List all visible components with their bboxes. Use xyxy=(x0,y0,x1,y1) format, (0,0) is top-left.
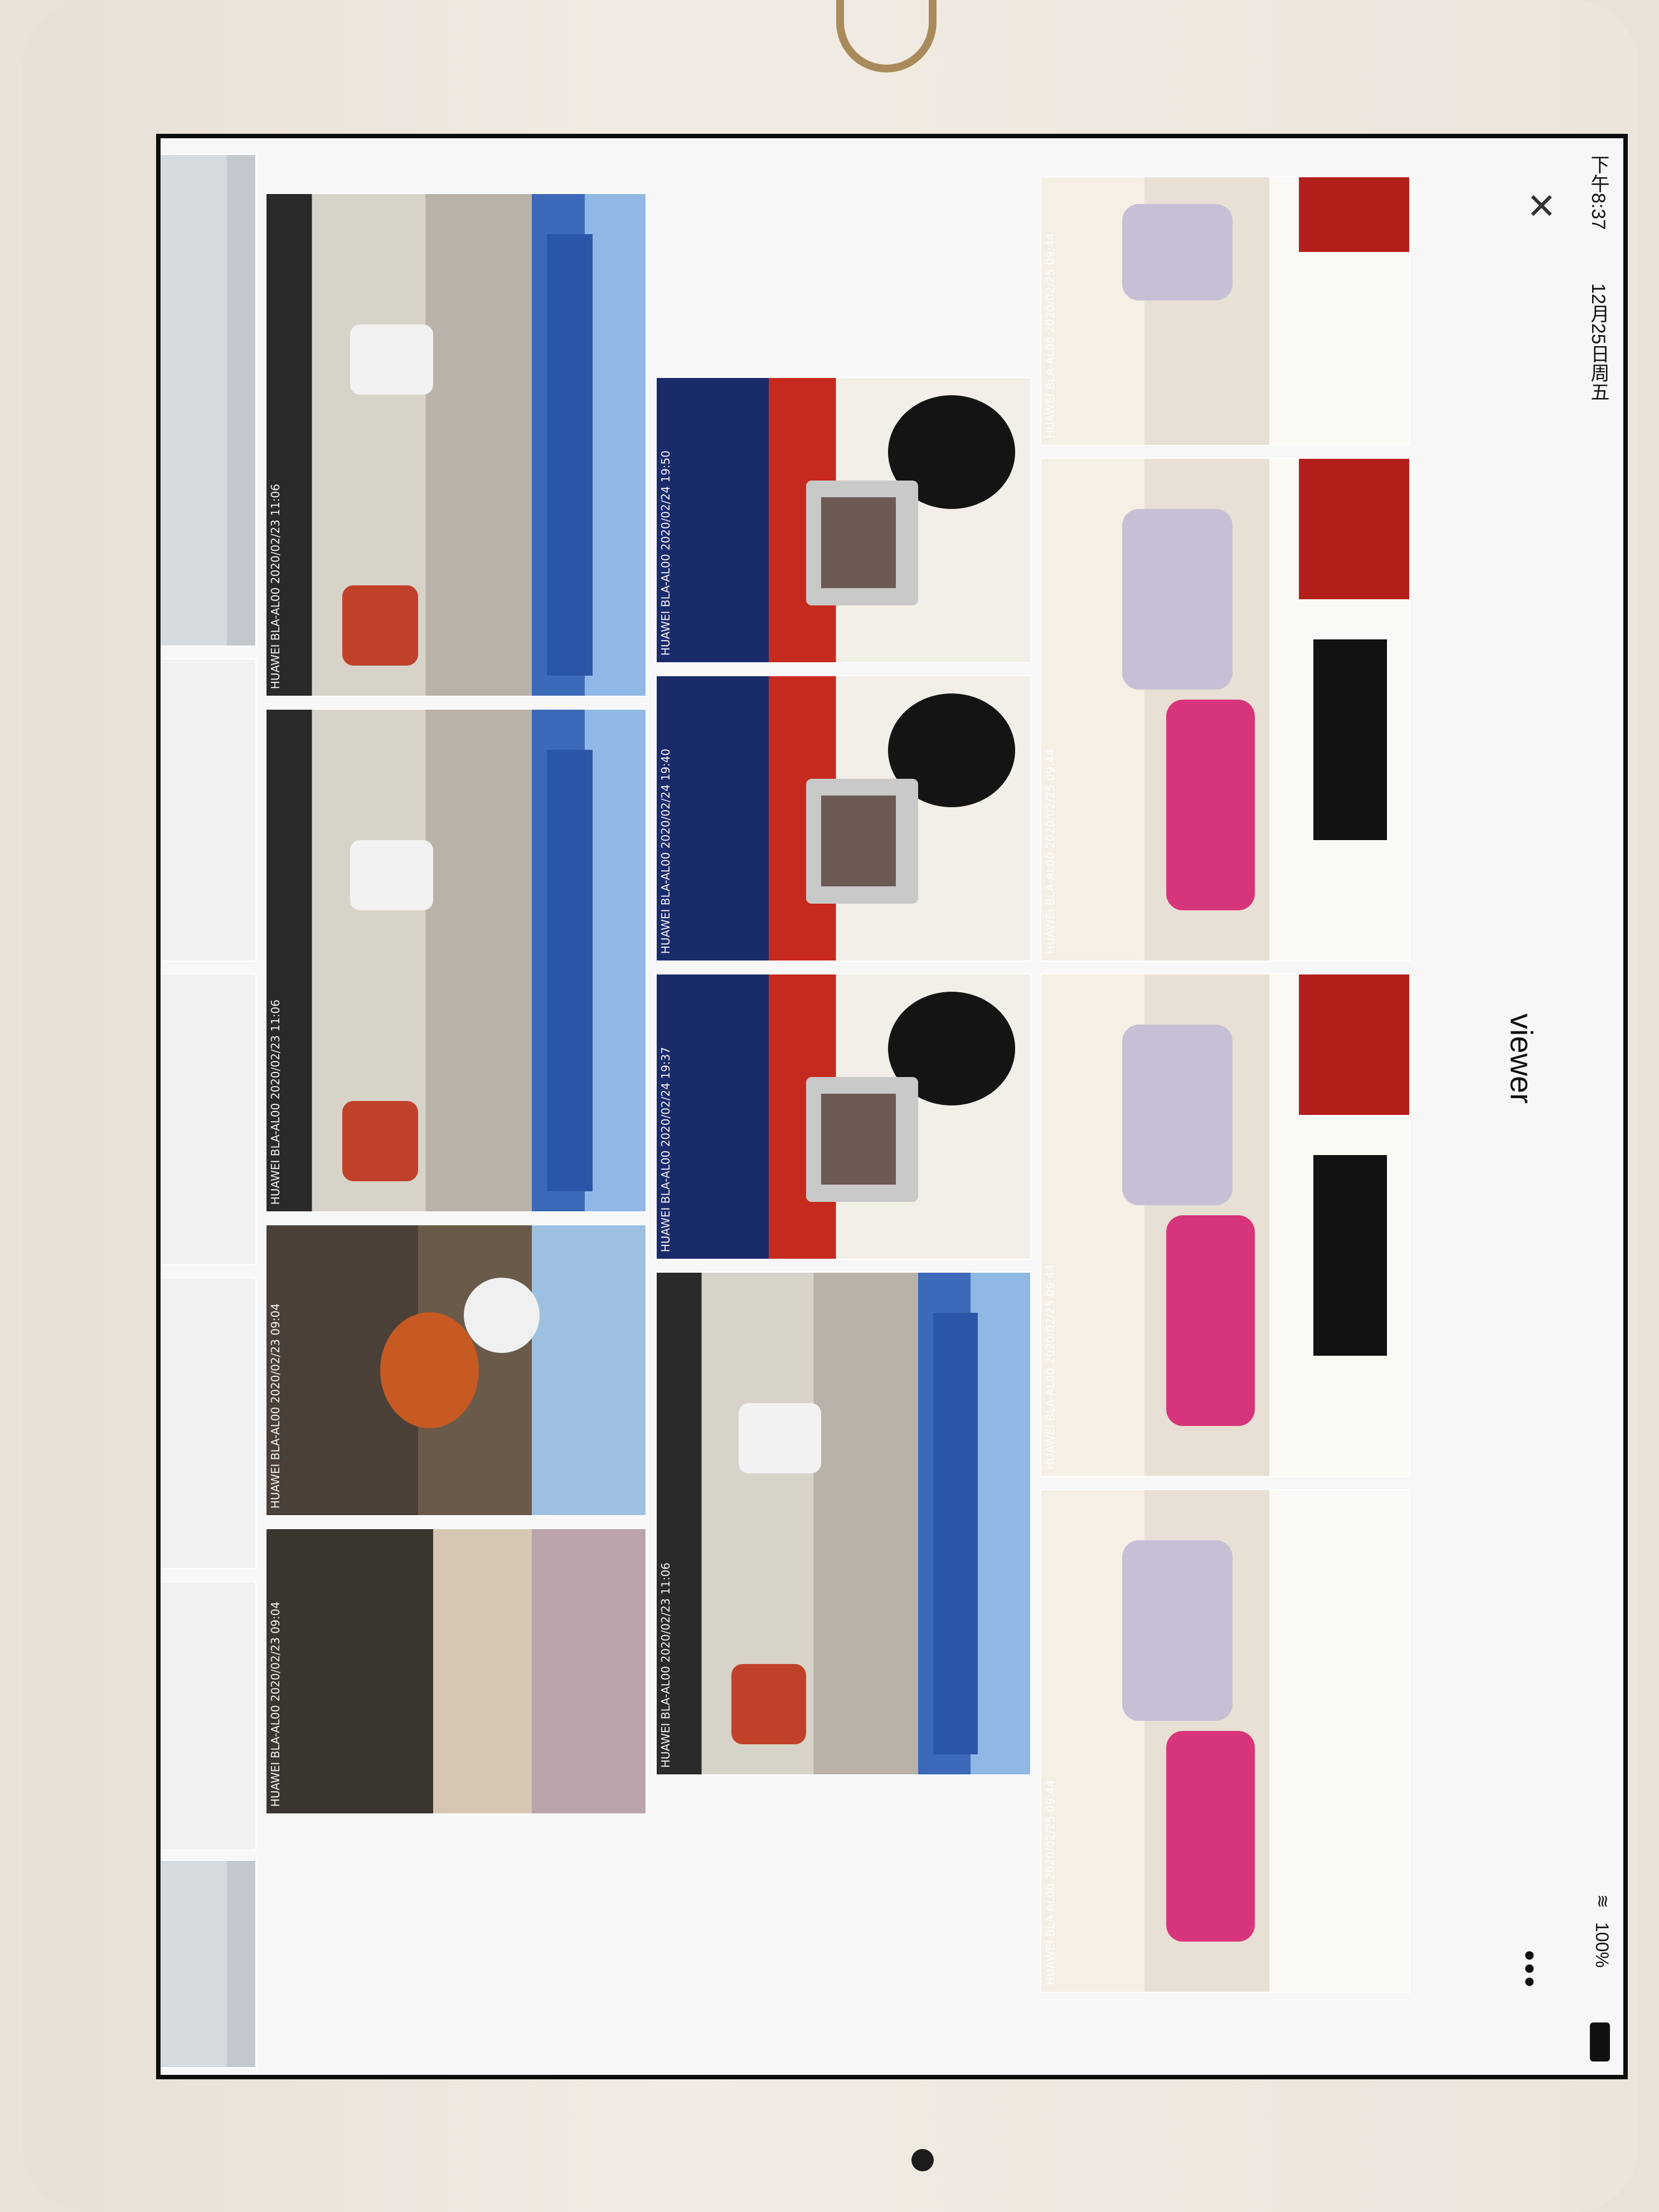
car xyxy=(342,585,418,666)
car xyxy=(350,840,434,910)
photo-thumbnail[interactable]: HUAWEI BLA-AL00 2020/02/25 09:44 xyxy=(1041,974,1409,1476)
police-sign xyxy=(547,750,593,1191)
laptop-screen xyxy=(821,1094,896,1185)
photo-thumbnail[interactable]: HUAWEI BLA-AL00 2020/02/23 11:06 xyxy=(657,1273,1030,1774)
battery-percent: 100% xyxy=(1592,1922,1612,1968)
close-icon[interactable]: ✕ xyxy=(1526,188,1556,224)
car xyxy=(739,1403,821,1473)
photo-caption: HUAWEI BLA-AL00 2020/02/23 09:04 xyxy=(269,1601,282,1807)
hen xyxy=(380,1312,479,1428)
car xyxy=(350,324,434,395)
photo-column-4: HUAWEI BLA-AL00 2020/02/25 09:44 HUAWEI … xyxy=(1041,155,1409,2058)
photo-caption: HUAWEI BLA-AL00 2020/02/25 09:44 xyxy=(1044,1779,1057,1985)
photo-thumbnail[interactable]: HUAWEI BLA-AL00 2020/02/23 09:04 xyxy=(266,1225,646,1515)
photo-caption: HUAWEI BLA-AL00 2020/02/24 19:40 xyxy=(659,748,672,954)
photo-caption: HUAWEI BLA-AL00 2020/02/23 11:06 xyxy=(269,999,282,1205)
photo-thumbnail[interactable]: HUAWEI BLA-AL00 2020/02/23 11:06 xyxy=(266,194,646,696)
wifi-icon: ≋ xyxy=(1593,1894,1612,1909)
display: HUAWEI BLA-AL00 2020/02/23 11:06 HUAWEI … xyxy=(161,138,1623,2075)
photo-thumbnail[interactable] xyxy=(161,155,255,646)
photo-thumbnail[interactable] xyxy=(161,1582,255,1850)
car xyxy=(342,1101,418,1181)
photo-caption: HUAWEI BLA-AL00 2020/02/25 09:44 xyxy=(1044,748,1057,954)
photo-caption: HUAWEI BLA-AL00 2020/02/24 19:37 xyxy=(659,1046,672,1252)
adult xyxy=(1299,974,1409,1115)
battery-icon xyxy=(1590,2022,1610,2061)
photo-thumbnail[interactable]: HUAWEI BLA-AL00 2020/02/25 09:44 xyxy=(1041,1490,1409,1992)
status-bar: 下午8:37 12月25日周五 ≋ 100% xyxy=(1573,138,1623,2075)
roof xyxy=(532,1529,646,1813)
photo-caption: HUAWEI BLA-AL00 2020/02/25 09:44 xyxy=(1044,232,1057,438)
photo-thumbnail[interactable] xyxy=(161,659,255,961)
baby xyxy=(1122,509,1233,690)
baby xyxy=(1122,1025,1233,1205)
photo-thumbnail[interactable]: HUAWEI BLA-AL00 2020/02/23 09:04 xyxy=(266,1529,646,1813)
photo-caption: HUAWEI BLA-AL00 2020/02/23 09:04 xyxy=(269,1303,282,1508)
police-sign xyxy=(933,1313,978,1754)
car xyxy=(731,1664,806,1744)
laptop-screen xyxy=(821,795,896,887)
photo-caption: HUAWEI BLA-AL00 2020/02/23 11:06 xyxy=(659,1562,672,1768)
status-date: 12月25日周五 xyxy=(1588,283,1609,401)
photo-caption: HUAWEI BLA-AL00 2020/02/23 11:06 xyxy=(269,483,282,689)
laptop-screen xyxy=(821,497,896,589)
photo-thumbnail[interactable] xyxy=(161,1278,255,1568)
photo-column-1 xyxy=(161,155,255,2067)
baby xyxy=(1122,204,1233,300)
photo-column-3: HUAWEI BLA-AL00 2020/02/24 19:50 HUAWEI … xyxy=(657,155,1030,2058)
photo-thumbnail[interactable]: HUAWEI BLA-AL00 2020/02/25 09:44 xyxy=(1041,459,1409,961)
photo-thumbnail[interactable]: HUAWEI BLA-AL00 2020/02/24 19:37 xyxy=(657,974,1030,1259)
photo-grid: HUAWEI BLA-AL00 2020/02/23 11:06 HUAWEI … xyxy=(161,138,1484,2075)
photo-caption: HUAWEI BLA-AL00 2020/02/25 09:44 xyxy=(1044,1264,1057,1469)
tablet-bezel: HUAWEI BLA-AL00 2020/02/23 11:06 HUAWEI … xyxy=(22,0,1639,2212)
screen: HUAWEI BLA-AL00 2020/02/23 11:06 HUAWEI … xyxy=(156,134,1628,2079)
photo-thumbnail[interactable]: HUAWEI BLA-AL00 2020/02/25 09:44 xyxy=(1041,177,1409,445)
photo-thumbnail[interactable]: HUAWEI BLA-AL00 2020/02/24 19:50 xyxy=(657,378,1030,662)
adult xyxy=(1299,459,1409,599)
photo-thumbnail[interactable]: HUAWEI BLA-AL00 2020/02/23 11:06 xyxy=(266,710,646,1211)
walker xyxy=(1166,1215,1255,1426)
walker xyxy=(1166,1731,1255,1942)
photo-caption: HUAWEI BLA-AL00 2020/02/24 19:50 xyxy=(659,450,672,656)
photo-thumbnail[interactable] xyxy=(161,1861,255,2067)
adult xyxy=(1299,177,1409,253)
photo-thumbnail[interactable]: HUAWEI BLA-AL00 2020/02/24 19:40 xyxy=(657,676,1030,961)
hen xyxy=(463,1277,540,1353)
front-camera xyxy=(911,2149,934,2171)
television xyxy=(1313,1155,1388,1356)
walker xyxy=(1166,700,1255,910)
baby xyxy=(1122,1540,1233,1721)
status-time: 下午8:37 xyxy=(1588,155,1609,230)
more-dots-icon[interactable]: ••• xyxy=(1512,1950,1548,1990)
photo-thumbnail[interactable] xyxy=(161,974,255,1264)
television xyxy=(1313,639,1388,840)
police-sign xyxy=(547,234,593,676)
viewer-title: viewer xyxy=(1504,1013,1539,1104)
home-button[interactable] xyxy=(836,0,937,72)
photo-column-2: HUAWEI BLA-AL00 2020/02/23 11:06 HUAWEI … xyxy=(266,155,646,2058)
